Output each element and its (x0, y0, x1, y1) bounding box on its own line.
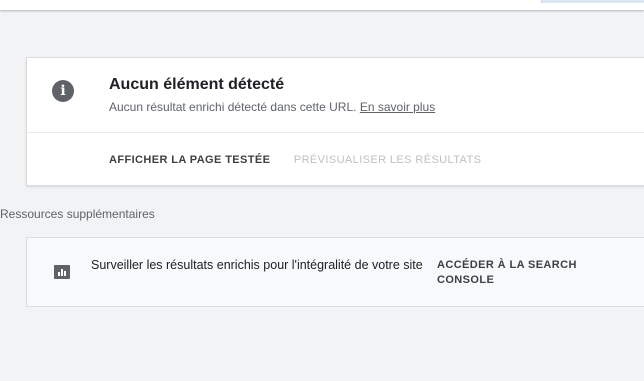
resource-item: Surveiller les résultats enrichis pour l… (26, 237, 644, 307)
learn-more-link[interactable]: En savoir plus (360, 100, 435, 114)
status-description-text: Aucun résultat enrichi détecté dans cett… (109, 100, 357, 114)
status-title: Aucun élément détecté (109, 76, 285, 93)
chart-icon (54, 265, 70, 279)
status-description: Aucun résultat enrichi détecté dans cett… (109, 100, 435, 114)
status-card: i Aucun élément détecté Aucun résultat e… (26, 57, 644, 186)
resource-item-text: Surveiller les résultats enrichis pour l… (91, 258, 423, 272)
toolbar-button-edge[interactable] (541, 0, 644, 3)
search-console-button[interactable]: ACCÉDER À LA SEARCH CONSOLE (437, 258, 577, 288)
card-divider (27, 132, 644, 133)
info-icon: i (52, 80, 74, 102)
preview-results-button: PRÉVISUALISER LES RÉSULTATS (293, 154, 482, 166)
view-tested-page-button[interactable]: AFFICHER LA PAGE TESTÉE (109, 154, 270, 166)
top-toolbar (0, 0, 644, 10)
resources-section-label: Ressources supplémentaires (0, 207, 155, 221)
card-actions: AFFICHER LA PAGE TESTÉE PRÉVISUALISER LE… (109, 154, 481, 166)
